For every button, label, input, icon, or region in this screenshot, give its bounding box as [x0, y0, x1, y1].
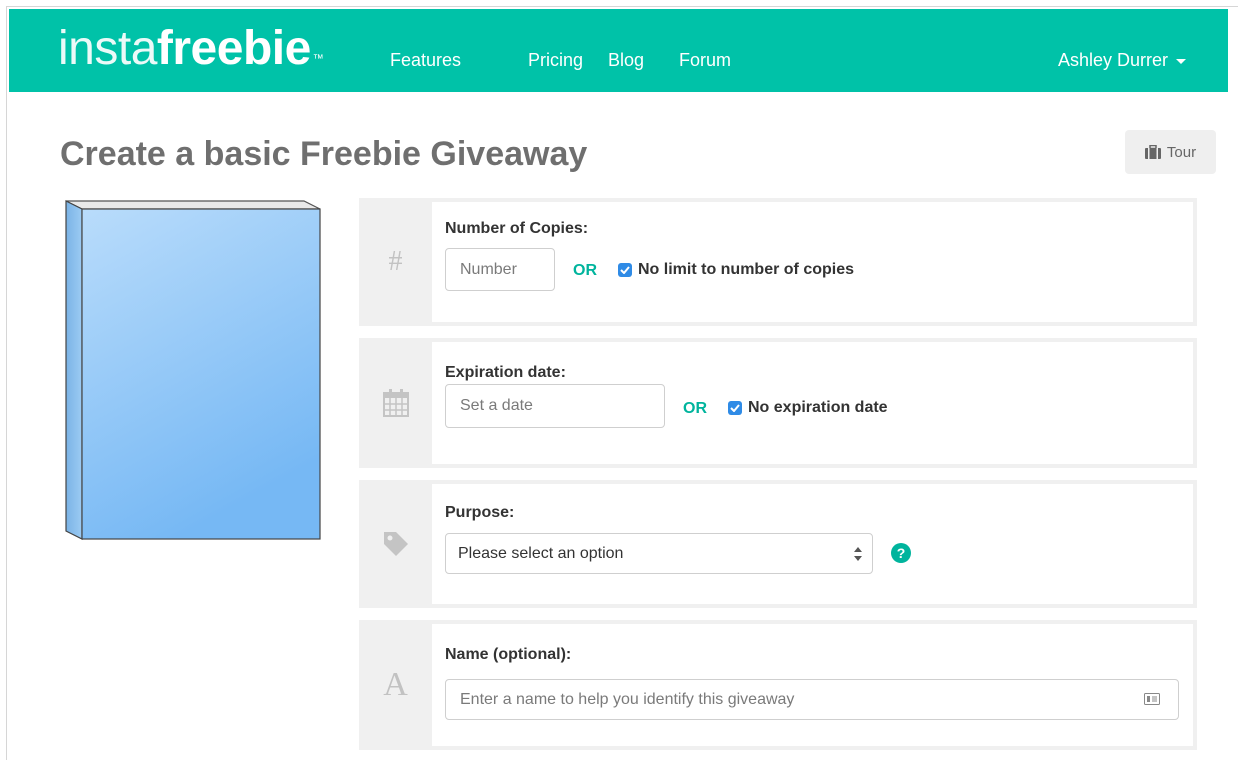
expiration-date-input[interactable] [445, 384, 665, 428]
nav-link-pricing[interactable]: Pricing [528, 49, 583, 71]
calendar-icon [359, 338, 432, 468]
copies-panel: Number of Copies: OR No limit to number … [432, 202, 1193, 322]
logo-part-insta: insta [58, 22, 157, 75]
logo-trademark: ™ [312, 53, 324, 65]
expiration-panel: Expiration date: OR No expiration date [432, 342, 1193, 464]
no-expiration-checkbox[interactable]: No expiration date [728, 399, 888, 417]
tour-button[interactable]: Tour [1125, 130, 1216, 174]
purpose-selected-value: Please select an option [458, 544, 624, 562]
expiration-label: Expiration date: [445, 364, 566, 381]
nav-link-blog[interactable]: Blog [608, 49, 644, 71]
expiration-or-text: OR [683, 400, 707, 417]
page-title: Create a basic Freebie Giveaway [60, 135, 588, 173]
purpose-select[interactable]: Please select an option [445, 533, 873, 574]
purpose-panel: Purpose: Please select an option ? [432, 484, 1193, 604]
copies-or-text: OR [573, 262, 597, 279]
top-navbar: instafreebie ™ Features Pricing Blog Foru… [9, 9, 1228, 92]
instafreebie-logo[interactable]: instafreebie ™ [58, 21, 324, 77]
checkmark-icon[interactable] [618, 263, 632, 277]
select-arrows-icon [854, 547, 862, 561]
caret-down-icon [1176, 58, 1186, 64]
briefcase-icon [1144, 145, 1161, 159]
user-name: Ashley Durrer [1057, 50, 1168, 70]
book-cover-preview[interactable] [64, 198, 322, 540]
copies-number-input[interactable] [445, 248, 555, 291]
giveaway-name-input[interactable] [445, 679, 1179, 720]
no-limit-label: No limit to number of copies [638, 261, 855, 278]
book-illustration [65, 200, 321, 540]
copies-label: Number of Copies: [445, 220, 589, 237]
no-expiration-label: No expiration date [748, 399, 888, 416]
form-row-purpose: Purpose: Please select an option ? [359, 480, 1197, 608]
nav-link-features[interactable]: Features [390, 49, 461, 71]
purpose-label: Purpose: [445, 504, 515, 521]
form-row-copies: # Number of Copies: OR No limit to numbe… [359, 198, 1197, 326]
tour-label: Tour [1166, 143, 1197, 161]
hash-icon: # [388, 246, 403, 277]
name-panel: Name (optional): [432, 624, 1193, 746]
letter-a-icon: A [383, 666, 408, 703]
name-label: Name (optional): [445, 646, 572, 663]
logo-part-freebie: freebie [156, 22, 311, 75]
no-limit-checkbox[interactable]: No limit to number of copies [618, 261, 854, 279]
form-row-expiration: Expiration date: OR No expiration date [359, 338, 1197, 468]
help-icon[interactable]: ? [891, 543, 911, 563]
checkmark-icon[interactable] [728, 401, 742, 415]
tag-icon [359, 480, 432, 608]
form-row-name: A Name (optional): [359, 620, 1197, 750]
user-menu-dropdown[interactable]: Ashley Durrer [1058, 49, 1186, 71]
contact-card-icon[interactable] [1144, 693, 1160, 705]
nav-link-forum[interactable]: Forum [679, 49, 731, 71]
